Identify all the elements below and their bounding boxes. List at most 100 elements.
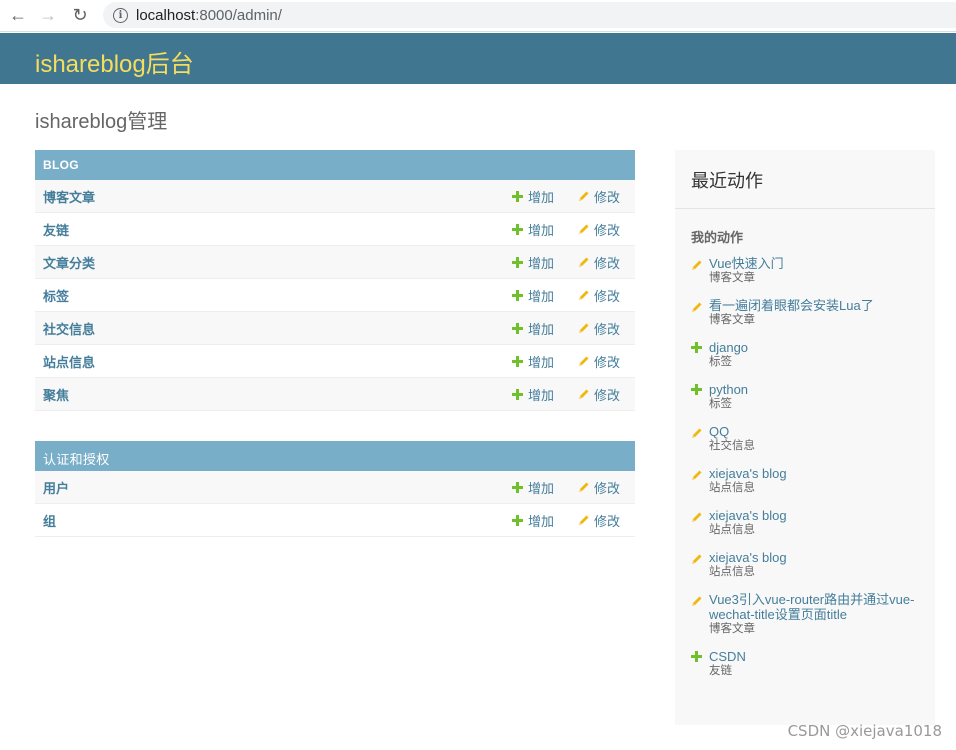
plus-icon (512, 322, 523, 334)
change-link[interactable]: 修改 (578, 511, 620, 530)
model-link[interactable]: 标签 (43, 286, 69, 305)
plus-icon (512, 190, 523, 202)
watermark: CSDN @xiejava1018 (787, 722, 942, 740)
change-link[interactable]: 修改 (578, 286, 620, 305)
address-bar[interactable]: i localhost:8000/admin/ (103, 2, 956, 28)
model-link[interactable]: 文章分类 (43, 253, 95, 272)
recent-action-item: python 标签 (691, 382, 919, 412)
info-icon[interactable]: i (113, 7, 128, 23)
change-link[interactable]: 修改 (578, 253, 620, 272)
change-link[interactable]: 修改 (578, 220, 620, 239)
recent-action-type: 站点信息 (709, 482, 755, 494)
url-host: localhost (136, 6, 196, 24)
model-link[interactable]: 博客文章 (43, 187, 95, 206)
model-row: 站点信息 增加 修改 (35, 345, 635, 378)
model-link[interactable]: 社交信息 (43, 319, 95, 338)
recent-action-link[interactable]: xiejava's blog (709, 550, 919, 565)
add-label: 增加 (528, 354, 555, 370)
recent-action-link[interactable]: Vue快速入门 (709, 256, 919, 271)
add-link[interactable]: 增加 (512, 319, 554, 338)
pencil-icon (578, 514, 590, 526)
plus-icon (691, 651, 702, 662)
site-branding[interactable]: ishareblog后台 (35, 44, 194, 79)
recent-action-type: 博客文章 (709, 272, 755, 284)
add-link[interactable]: 增加 (512, 187, 554, 206)
plus-icon (691, 384, 702, 395)
model-link[interactable]: 友链 (43, 220, 69, 239)
model-link[interactable]: 用户 (43, 478, 69, 497)
change-link[interactable]: 修改 (578, 319, 620, 338)
plus-icon (512, 223, 523, 235)
recent-action-link[interactable]: xiejava's blog (709, 508, 919, 523)
pencil-icon (578, 322, 590, 334)
plus-icon (512, 256, 523, 268)
add-link[interactable]: 增加 (512, 220, 554, 239)
recent-action-link[interactable]: Vue3引入vue-router路由并通过vue-wechat-title设置页… (709, 592, 919, 622)
action-list: Vue快速入门 博客文章 看一遍闭着眼都会安装Lua了 博客文章 django 标签 pyt… (675, 256, 935, 679)
recent-action-type: 标签 (709, 356, 732, 368)
add-label: 增加 (528, 288, 555, 304)
recent-actions-panel: 最近动作 我的动作 Vue快速入门 博客文章 看一遍闭着眼都会安装Lua了 博客文章 d… (675, 150, 935, 725)
pencil-icon (691, 426, 703, 438)
model-row: 博客文章 增加 修改 (35, 180, 635, 213)
change-label: 修改 (594, 513, 621, 529)
change-link[interactable]: 修改 (578, 187, 620, 206)
add-label: 增加 (528, 255, 555, 271)
add-label: 增加 (528, 513, 555, 529)
change-label: 修改 (594, 387, 621, 403)
change-link[interactable]: 修改 (578, 478, 620, 497)
pencil-icon (691, 552, 703, 564)
recent-action-item: xiejava's blog 站点信息 (691, 508, 919, 538)
add-link[interactable]: 增加 (512, 352, 554, 371)
back-arrow-icon[interactable]: ← (6, 4, 30, 26)
plus-icon (512, 481, 523, 493)
pencil-icon (578, 355, 590, 367)
admin-header: ishareblog后台 (0, 33, 956, 84)
change-label: 修改 (594, 255, 621, 271)
browser-toolbar: ← → ↻ i localhost:8000/admin/ (0, 0, 956, 32)
add-link[interactable]: 增加 (512, 385, 554, 404)
change-label: 修改 (594, 480, 621, 496)
recent-action-type: 友链 (709, 665, 732, 677)
add-label: 增加 (528, 189, 555, 205)
model-link[interactable]: 站点信息 (43, 352, 95, 371)
recent-action-link[interactable]: CSDN (709, 649, 919, 664)
add-link[interactable]: 增加 (512, 511, 554, 530)
reload-icon[interactable]: ↻ (68, 4, 92, 26)
model-row: 社交信息 增加 修改 (35, 312, 635, 345)
recent-action-link[interactable]: django (709, 340, 919, 355)
add-label: 增加 (528, 222, 555, 238)
change-label: 修改 (594, 288, 621, 304)
change-link[interactable]: 修改 (578, 352, 620, 371)
recent-action-item: Vue3引入vue-router路由并通过vue-wechat-title设置页… (691, 592, 919, 637)
recent-action-item: xiejava's blog 站点信息 (691, 550, 919, 580)
module-caption[interactable]: BLOG (35, 150, 635, 180)
change-link[interactable]: 修改 (578, 385, 620, 404)
recent-action-item: QQ 社交信息 (691, 424, 919, 454)
model-link[interactable]: 组 (43, 511, 56, 530)
recent-action-link[interactable]: python (709, 382, 919, 397)
pencil-icon (578, 190, 590, 202)
recent-action-type: 博客文章 (709, 314, 755, 326)
add-link[interactable]: 增加 (512, 253, 554, 272)
recent-action-type: 博客文章 (709, 623, 755, 635)
module-caption[interactable]: 认证和授权 (35, 441, 635, 471)
pencil-icon (578, 256, 590, 268)
change-label: 修改 (594, 222, 621, 238)
recent-action-link[interactable]: QQ (709, 424, 919, 439)
recent-action-item: 看一遍闭着眼都会安装Lua了 博客文章 (691, 298, 919, 328)
pencil-icon (691, 594, 703, 606)
module-auth: 认证和授权 用户 增加 修改组增加 修改 (35, 441, 635, 537)
recent-action-item: CSDN 友链 (691, 649, 919, 679)
recent-action-link[interactable]: 看一遍闭着眼都会安装Lua了 (709, 298, 919, 313)
forward-arrow-icon[interactable]: → (36, 4, 60, 26)
change-label: 修改 (594, 354, 621, 370)
model-row: 用户 增加 修改 (35, 471, 635, 504)
plus-icon (512, 514, 523, 526)
add-link[interactable]: 增加 (512, 478, 554, 497)
plus-icon (512, 355, 523, 367)
model-link[interactable]: 聚焦 (43, 385, 69, 404)
recent-action-link[interactable]: xiejava's blog (709, 466, 919, 481)
pencil-icon (691, 468, 703, 480)
add-link[interactable]: 增加 (512, 286, 554, 305)
